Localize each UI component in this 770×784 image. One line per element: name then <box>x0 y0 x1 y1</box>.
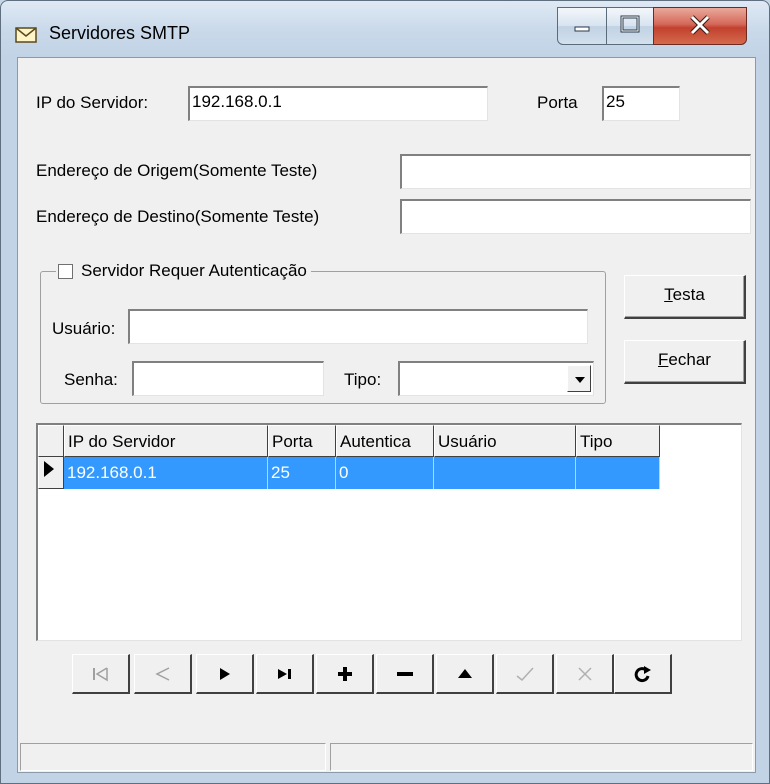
status-panel-1 <box>20 743 326 771</box>
first-record-icon <box>92 666 108 681</box>
next-record-icon <box>219 667 230 680</box>
row-indicator[interactable] <box>38 457 64 489</box>
nav-cancel-button[interactable] <box>556 654 614 694</box>
window: Servidores SMTP IP do Servidor: 192.168.… <box>0 0 770 784</box>
column-header[interactable]: IP do Servidor <box>64 425 268 457</box>
minus-icon <box>396 671 413 676</box>
grid-cell[interactable]: 25 <box>268 457 336 489</box>
status-bar <box>18 741 755 772</box>
prior-record-icon <box>154 666 169 681</box>
nav-prior-button[interactable] <box>134 654 192 694</box>
porta-input[interactable]: 25 <box>602 86 680 121</box>
testa-label-rest: esta <box>672 285 705 304</box>
servers-grid[interactable]: IP do Servidor Porta Autentica Usuário T… <box>36 423 742 641</box>
usuario-label: Usuário: <box>52 319 116 338</box>
grid-corner <box>38 425 64 457</box>
senha-input[interactable] <box>132 361 324 396</box>
grid-cell[interactable] <box>434 457 576 489</box>
fechar-label-rest: echar <box>668 350 711 369</box>
testa-access-key: T <box>664 285 673 304</box>
nav-insert-button[interactable] <box>316 654 374 694</box>
window-title: Servidores SMTP <box>49 23 191 43</box>
grid-cell[interactable]: 0 <box>336 457 434 489</box>
status-panel-2 <box>330 743 753 771</box>
tipo-select[interactable] <box>398 361 594 396</box>
column-header[interactable]: Usuário <box>434 425 576 457</box>
last-record-icon <box>277 668 291 679</box>
plus-icon <box>337 666 352 681</box>
maximize-button[interactable] <box>606 7 654 45</box>
porta-label: Porta <box>537 93 578 112</box>
checkmark-icon <box>516 666 534 681</box>
client-area: IP do Servidor: 192.168.0.1 Porta 25 End… <box>17 57 756 773</box>
current-row-arrow-icon <box>44 461 54 477</box>
nav-refresh-button[interactable] <box>614 654 672 694</box>
auth-checkbox[interactable] <box>58 263 73 279</box>
auth-checkbox-label: Servidor Requer Autenticação <box>81 261 307 280</box>
column-header[interactable]: Porta <box>268 425 336 457</box>
nav-next-button[interactable] <box>196 654 254 694</box>
close-icon <box>690 15 710 35</box>
column-header[interactable]: Tipo <box>576 425 660 457</box>
minimize-button[interactable] <box>557 7 607 45</box>
destino-input[interactable] <box>400 199 751 234</box>
envelope-icon <box>15 27 37 43</box>
refresh-icon <box>634 665 651 682</box>
tipo-label: Tipo: <box>344 370 382 389</box>
close-button[interactable] <box>653 7 747 45</box>
nav-last-button[interactable] <box>256 654 314 694</box>
origem-label: Endereço de Origem(Somente Teste) <box>36 161 318 180</box>
usuario-input[interactable] <box>128 309 588 344</box>
testa-button[interactable]: Testa <box>624 275 746 319</box>
chevron-down-icon[interactable] <box>567 365 591 392</box>
ip-label: IP do Servidor: <box>36 93 149 112</box>
auth-checkbox-group[interactable]: Servidor Requer Autenticação <box>56 261 311 281</box>
nav-first-button[interactable] <box>72 654 130 694</box>
maximize-icon <box>620 15 640 33</box>
origem-input[interactable] <box>400 154 751 189</box>
minimize-icon <box>574 26 590 32</box>
nav-delete-button[interactable] <box>376 654 434 694</box>
x-icon <box>577 666 592 681</box>
ip-input[interactable]: 192.168.0.1 <box>188 86 488 121</box>
title-bar[interactable]: Servidores SMTP <box>1 1 769 57</box>
grid-cell[interactable]: 192.168.0.1 <box>64 457 268 489</box>
senha-label: Senha: <box>64 370 118 389</box>
column-header[interactable]: Autentica <box>336 425 434 457</box>
nav-post-button[interactable] <box>496 654 554 694</box>
fechar-button[interactable]: Fechar <box>624 340 746 384</box>
fechar-access-key: F <box>658 350 669 369</box>
destino-label: Endereço de Destino(Somente Teste) <box>36 207 320 226</box>
grid-cell[interactable] <box>576 457 660 489</box>
up-triangle-icon <box>457 668 472 678</box>
nav-edit-button[interactable] <box>436 654 494 694</box>
